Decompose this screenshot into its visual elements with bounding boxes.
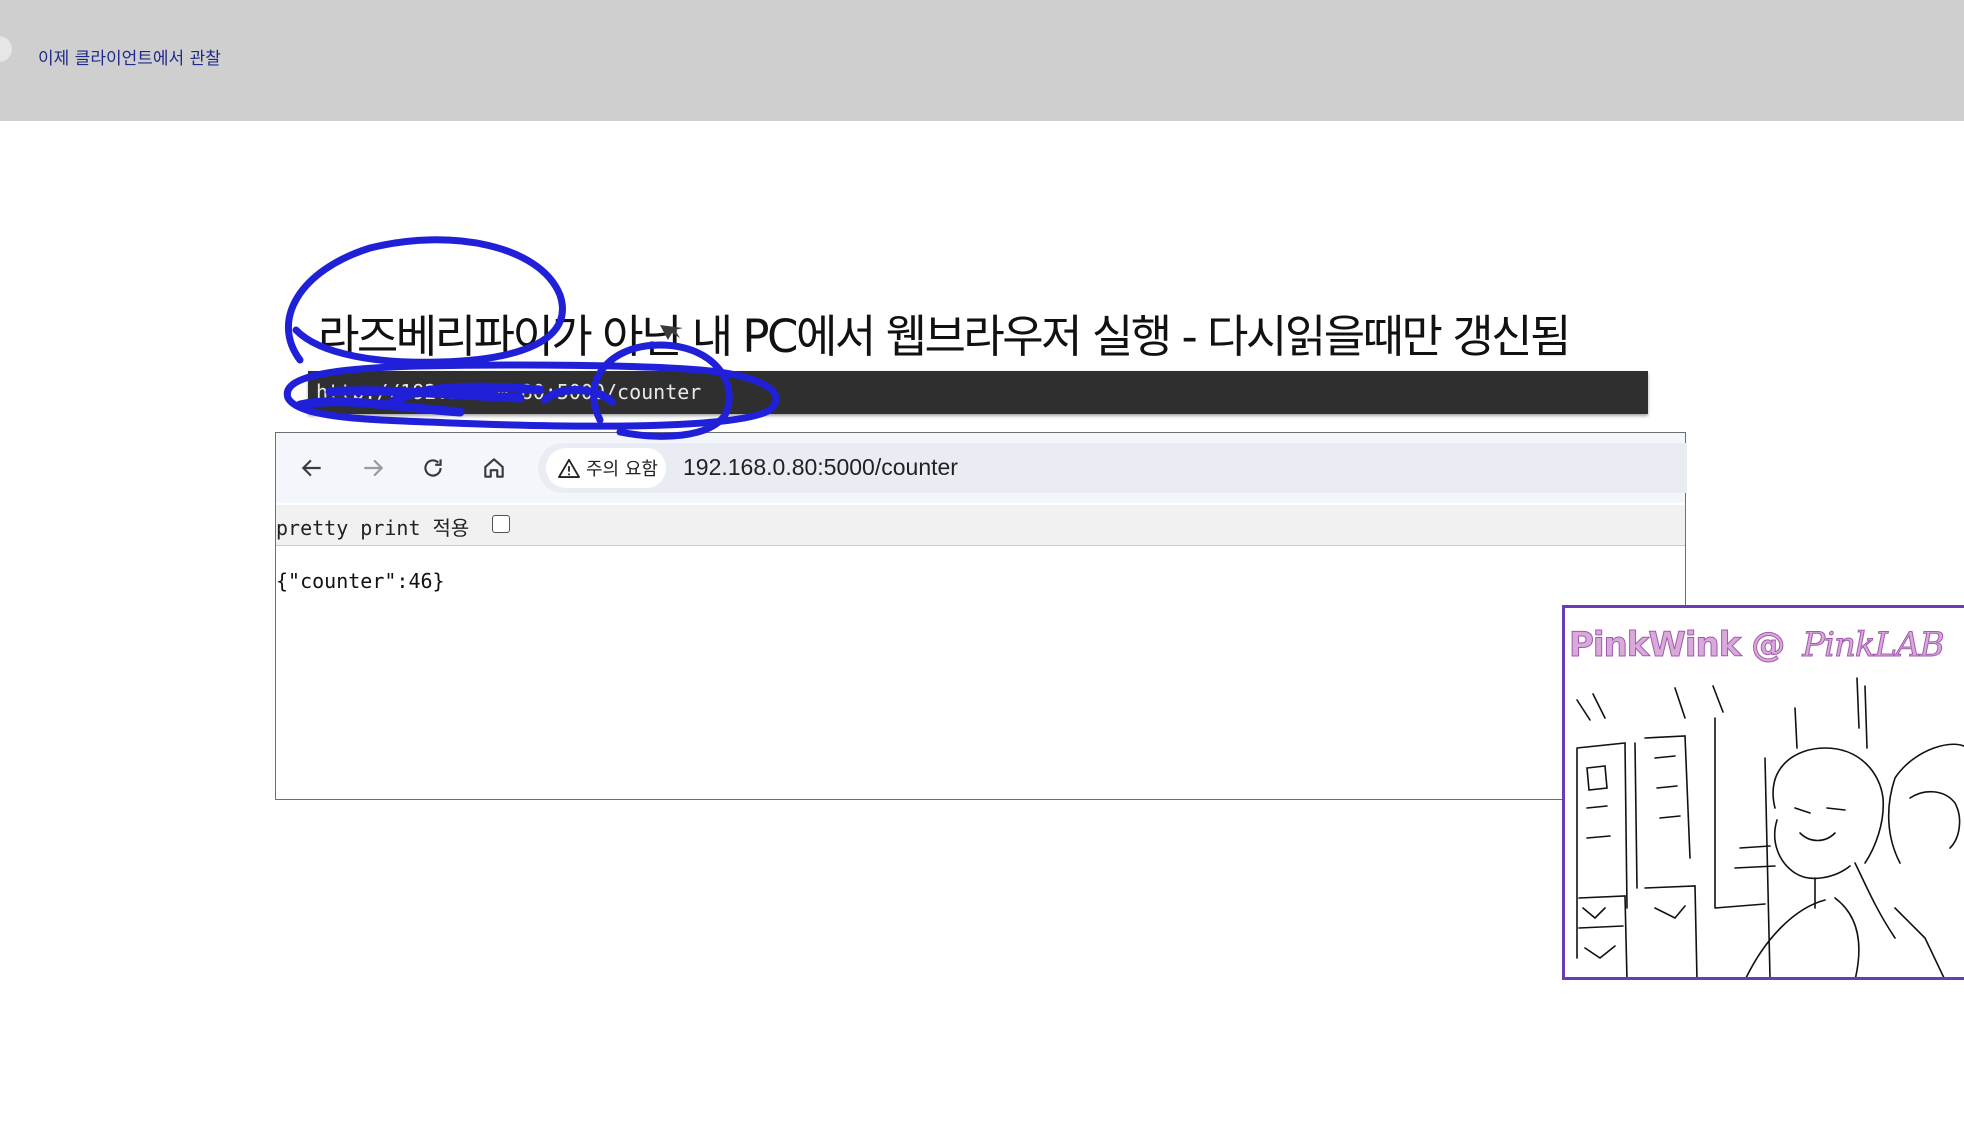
reload-icon[interactable] <box>418 453 448 483</box>
slide-heading: 라즈베리파이가 아닌 내 PC에서 웹브라우저 실행 - 다시읽을때만 갱신됨 <box>318 310 1571 363</box>
security-chip[interactable]: 주의 요함 <box>546 448 666 488</box>
address-text[interactable]: 192.168.0.80:5000/counter <box>683 454 958 481</box>
topbar-circle <box>0 36 12 62</box>
omnibox[interactable]: 주의 요함 192.168.0.80:5000/counter <box>538 443 1687 493</box>
browser-toolbar: 주의 요함 192.168.0.80:5000/counter <box>276 433 1687 503</box>
security-chip-label: 주의 요함 <box>586 459 658 480</box>
warning-icon <box>558 458 580 478</box>
webcam-overlay: PinkWink @ PinkLAB <box>1562 605 1964 980</box>
topbar: 이제 클라이언트에서 관찰 <box>0 0 1964 121</box>
home-icon[interactable] <box>479 453 509 483</box>
browser-window: 주의 요함 192.168.0.80:5000/counter pretty p… <box>275 432 1687 800</box>
topbar-title: 이제 클라이언트에서 관찰 <box>38 49 221 69</box>
url-strip-text: http://192.168.0.80:5000/counter <box>316 380 702 404</box>
forward-icon[interactable] <box>358 453 388 483</box>
back-icon[interactable] <box>297 453 327 483</box>
url-strip: http://192.168.0.80:5000/counter <box>308 371 1648 414</box>
pretty-print-label: pretty print 적용 <box>276 516 470 540</box>
webcam-sketch <box>1576 677 1964 977</box>
json-body: {"counter":46} <box>276 569 445 593</box>
pretty-print-checkbox[interactable] <box>492 515 510 533</box>
pretty-print-bar: pretty print 적용 <box>276 505 1685 546</box>
